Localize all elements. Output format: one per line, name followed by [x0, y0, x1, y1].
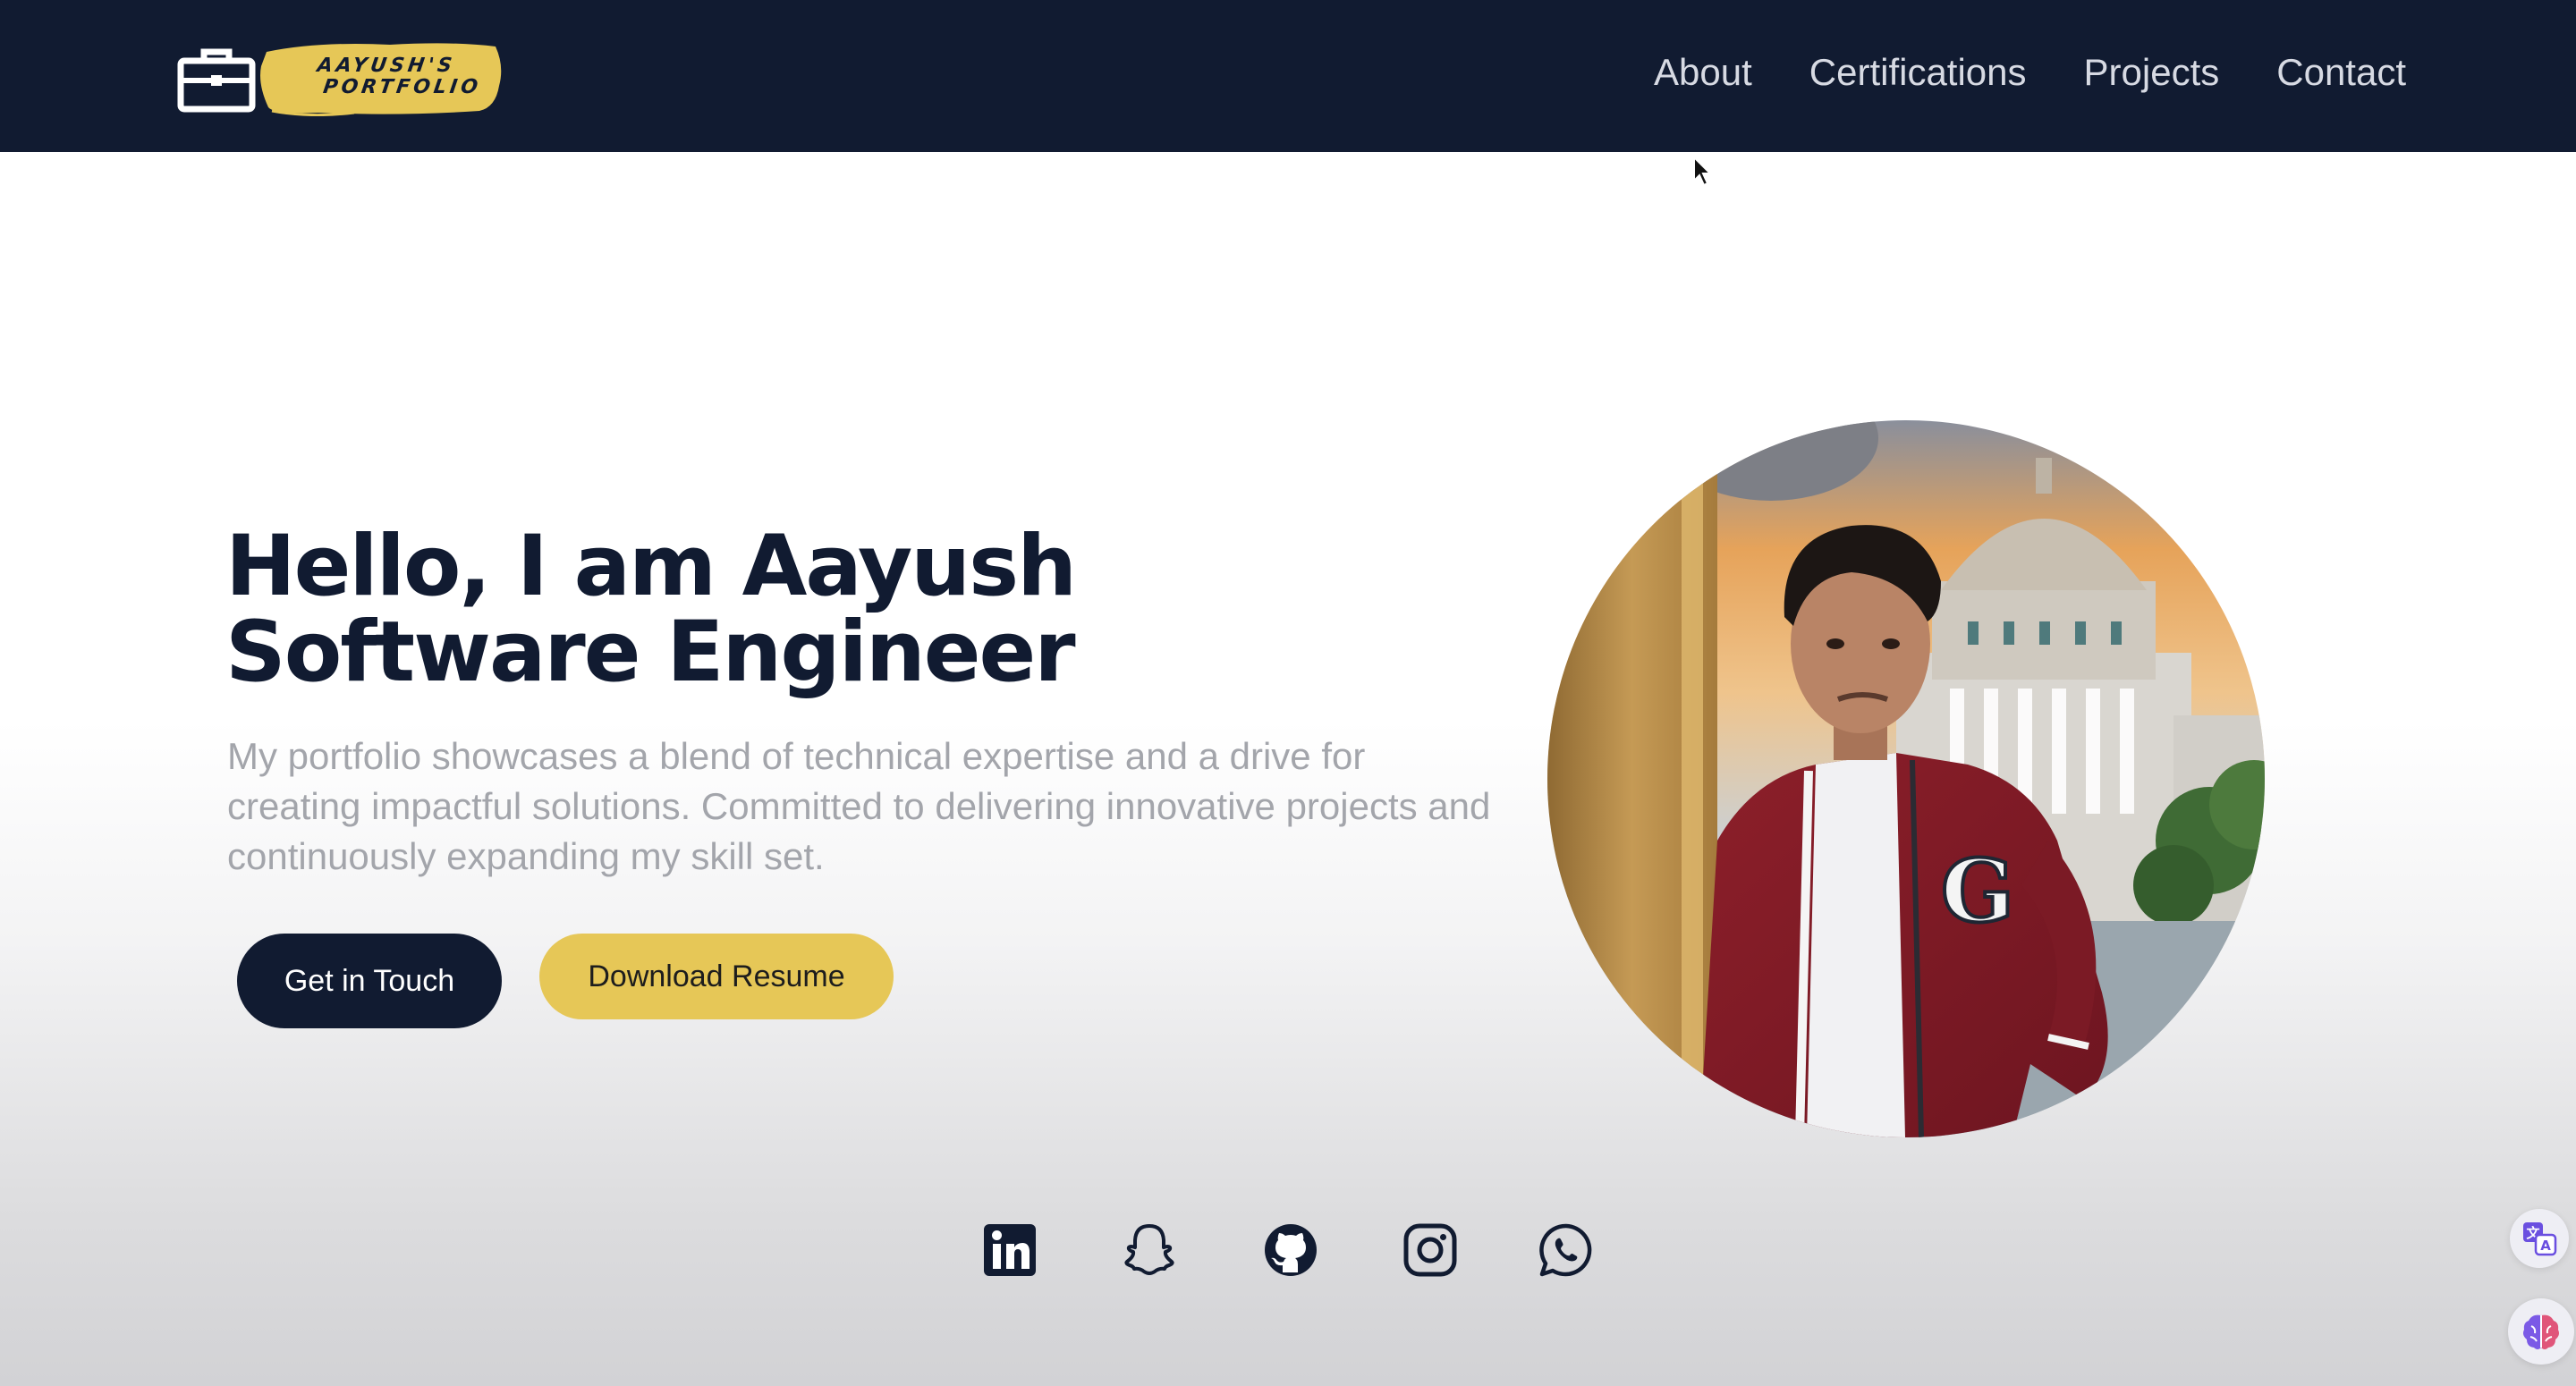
- github-icon[interactable]: [1261, 1221, 1320, 1280]
- top-nav: AAYUSH'S PORTFOLIO About Certifications …: [0, 0, 2576, 152]
- hero-title-line1: Hello, I am Aayush: [225, 518, 1077, 615]
- mouse-cursor-icon: [1693, 156, 1712, 187]
- logo-text: AAYUSH'S PORTFOLIO: [316, 55, 483, 98]
- whatsapp-icon[interactable]: [1537, 1221, 1596, 1280]
- snapchat-icon[interactable]: [1120, 1221, 1179, 1280]
- hero-description: My portfolio showcases a blend of techni…: [227, 735, 1491, 877]
- translate-icon: 文 A: [2523, 1222, 2557, 1256]
- svg-text:A: A: [2540, 1238, 2551, 1254]
- briefcase-icon: [177, 48, 256, 113]
- nav-link-contact[interactable]: Contact: [2276, 46, 2406, 98]
- instagram-icon[interactable]: [1401, 1221, 1460, 1280]
- nav-link-about[interactable]: About: [1654, 46, 1752, 98]
- get-in-touch-button[interactable]: Get in Touch: [237, 934, 502, 1028]
- svg-text:G: G: [1941, 841, 2014, 942]
- hero-title-line2: Software Engineer: [225, 604, 1076, 701]
- brain-icon: [2523, 1314, 2559, 1349]
- translate-widget-button[interactable]: 文 A: [2510, 1209, 2569, 1268]
- social-links: [0, 1221, 2576, 1283]
- profile-photo: G: [1547, 420, 2265, 1137]
- nav-link-projects[interactable]: Projects: [2084, 46, 2220, 98]
- linkedin-icon[interactable]: [980, 1221, 1039, 1280]
- hero-title: Hello, I am Aayush Software Engineer: [225, 518, 1077, 701]
- nav-menu: About Certifications Projects Contact: [1654, 46, 2406, 98]
- nav-link-certifications[interactable]: Certifications: [1809, 46, 2027, 98]
- ai-assistant-button[interactable]: [2508, 1298, 2574, 1365]
- profile-photo-illustration: G: [1547, 420, 2265, 1137]
- brand-logo[interactable]: AAYUSH'S PORTFOLIO: [177, 39, 504, 116]
- download-resume-button[interactable]: Download Resume: [539, 934, 894, 1019]
